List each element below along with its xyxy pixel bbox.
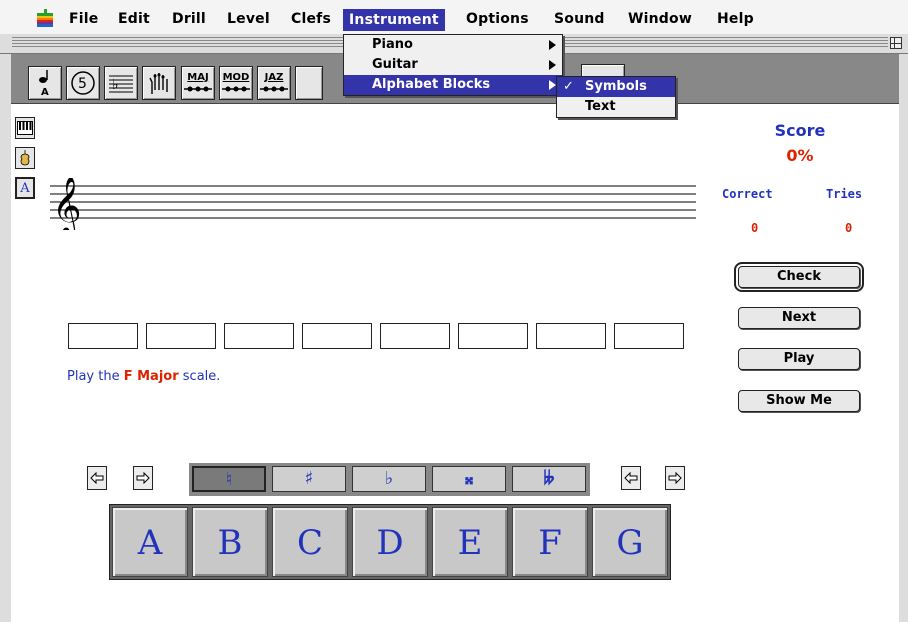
answer-slot-5[interactable] — [380, 323, 450, 349]
check-button[interactable]: Check — [734, 262, 864, 292]
alphabet-blocks-submenu: ✓ Symbols Text — [556, 76, 676, 118]
instruction-prompt: Play the F Major scale. — [67, 369, 220, 384]
play-button[interactable]: Play — [738, 348, 860, 370]
menu-window[interactable]: Window — [628, 11, 692, 27]
submenu-arrow-icon — [549, 60, 556, 70]
answer-slot-4[interactable] — [302, 323, 372, 349]
apple-menu-icon[interactable] — [37, 9, 53, 27]
menu-instrument[interactable]: Instrument — [343, 9, 445, 31]
menubar: File Edit Drill Level Clefs Instrument O… — [0, 0, 908, 34]
modes-label: MOD — [222, 71, 250, 83]
answer-slot-7[interactable] — [536, 323, 606, 349]
menu-options[interactable]: Options — [466, 11, 529, 27]
letter-block-g[interactable]: G — [592, 507, 668, 577]
left-arrow-icon[interactable] — [87, 466, 107, 490]
letter-block-e[interactable]: E — [432, 507, 508, 577]
zoom-box-icon[interactable] — [890, 37, 902, 49]
menu-file[interactable]: File — [69, 11, 98, 27]
music-staff: 𝄞 — [50, 178, 696, 230]
score-percent: 0% — [786, 146, 814, 165]
right-arrow-icon[interactable] — [665, 466, 685, 490]
submenu-arrow-icon — [549, 40, 556, 50]
menu-help[interactable]: Help — [717, 11, 754, 27]
instrument-menu: Piano Guitar Alphabet Blocks — [343, 34, 563, 96]
jazz-scale-button[interactable]: JAZ — [257, 66, 291, 100]
next-button[interactable]: Next — [738, 307, 860, 329]
menu-drill[interactable]: Drill — [172, 11, 206, 27]
piano-icon[interactable] — [15, 117, 35, 139]
menu-item-guitar[interactable]: Guitar — [344, 55, 562, 75]
double-flat-button[interactable]: 𝄫 — [512, 466, 586, 492]
menu-level[interactable]: Level — [227, 11, 270, 27]
answer-slot-2[interactable] — [146, 323, 216, 349]
circle-5-icon[interactable]: 5 — [66, 66, 100, 100]
menu-item-alphabet-blocks[interactable]: Alphabet Blocks — [344, 75, 562, 95]
letter-block-a[interactable]: A — [112, 507, 188, 577]
major-label: MAJ — [187, 71, 209, 83]
letter-block-b[interactable]: B — [192, 507, 268, 577]
answer-slot-3[interactable] — [224, 323, 294, 349]
guitar-menu-label: Guitar — [372, 57, 418, 72]
answer-slot-6[interactable] — [458, 323, 528, 349]
correct-label: Correct — [722, 187, 773, 201]
text-menu-label: Text — [585, 99, 616, 114]
symbols-menu-label: Symbols — [585, 79, 647, 94]
double-sharp-button[interactable]: 𝄪 — [432, 466, 506, 492]
submenu-arrow-icon — [549, 80, 556, 90]
note-a-icon[interactable]: A — [28, 66, 62, 100]
svg-text:♭: ♭ — [112, 77, 119, 93]
show-me-button[interactable]: Show Me — [738, 390, 860, 412]
submenu-item-symbols[interactable]: ✓ Symbols — [557, 77, 675, 97]
menu-edit[interactable]: Edit — [118, 11, 150, 27]
flat-button[interactable]: ♭ — [352, 466, 426, 492]
prompt-prefix: Play the — [67, 369, 124, 384]
modes-button[interactable]: MOD — [219, 66, 253, 100]
prompt-suffix: scale. — [178, 369, 221, 384]
alphabet-icon[interactable]: A — [15, 177, 35, 199]
letter-block-f[interactable]: F — [512, 507, 588, 577]
staff-icon[interactable]: ♭ — [104, 66, 138, 100]
letter-block-c[interactable]: C — [272, 507, 348, 577]
major-scale-button[interactable]: MAJ — [181, 66, 215, 100]
answer-slot-1[interactable] — [68, 323, 138, 349]
alphabet-blocks-menu-label: Alphabet Blocks — [372, 77, 491, 92]
natural-button[interactable]: ♮ — [192, 466, 266, 492]
submenu-item-text[interactable]: Text — [557, 97, 675, 117]
answer-slot-8[interactable] — [614, 323, 684, 349]
checkmark-icon: ✓ — [563, 79, 574, 94]
jazz-label: JAZ — [264, 71, 284, 83]
sharp-button[interactable]: ♯ — [272, 466, 346, 492]
score-title: Score — [774, 121, 826, 140]
prompt-key: F Major — [123, 369, 179, 384]
tries-value: 0 — [845, 221, 853, 235]
menu-clefs[interactable]: Clefs — [291, 11, 331, 27]
right-arrow-icon[interactable] — [133, 466, 153, 490]
treble-clef-icon: 𝄞 — [52, 178, 82, 230]
letter-block-d[interactable]: D — [352, 507, 428, 577]
correct-value: 0 — [751, 221, 759, 235]
left-arrow-icon[interactable] — [621, 466, 641, 490]
violin-icon[interactable] — [15, 147, 35, 169]
note-a-letter: A — [41, 87, 49, 97]
tries-label: Tries — [826, 187, 863, 201]
toolbar-button-partial[interactable] — [295, 66, 323, 100]
circle-5-number: 5 — [78, 76, 87, 92]
menu-sound[interactable]: Sound — [554, 11, 605, 27]
hand-icon[interactable] — [142, 66, 176, 100]
menu-item-piano[interactable]: Piano — [344, 35, 562, 55]
alphabet-icon-letter: A — [20, 180, 30, 196]
piano-menu-label: Piano — [372, 37, 413, 52]
